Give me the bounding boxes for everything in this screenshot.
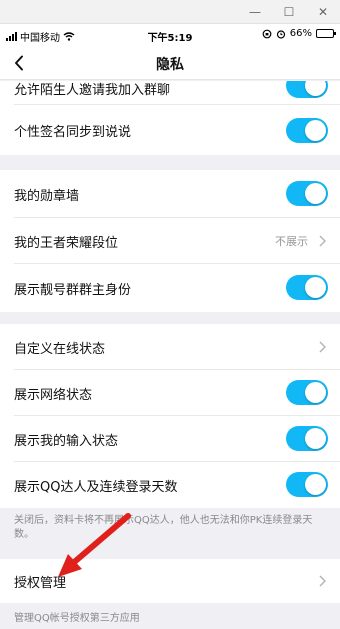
toggle-knob <box>305 81 326 96</box>
chevron-right-icon <box>319 235 326 247</box>
status-bar: 中国移动 下午5:19 66% <box>0 24 340 46</box>
toggle-medal-wall[interactable] <box>286 181 328 206</box>
toggle-knob <box>305 382 326 403</box>
toggle-network-status[interactable] <box>286 380 328 405</box>
setting-value: 不展示 <box>275 235 308 248</box>
setting-label: 个性签名同步到说说 <box>14 124 132 140</box>
page-title: 隐私 <box>156 57 184 73</box>
chevron-right-icon <box>319 341 326 353</box>
setting-label: 允许陌生人邀请我加入群聊 <box>14 82 171 98</box>
toggle-knob <box>305 474 326 495</box>
setting-row-group-owner: 展示靓号群群主身份 <box>0 264 340 312</box>
setting-row-stranger-invite: 允许陌生人邀请我加入群聊 <box>0 81 340 105</box>
toggle-stranger-invite[interactable] <box>286 81 328 98</box>
navigation-bar: 隐私 <box>0 46 340 80</box>
setting-label: 展示靓号群群主身份 <box>14 282 132 298</box>
battery-percent: 66% <box>289 28 312 39</box>
battery-icon <box>316 29 336 38</box>
close-button[interactable]: ✕ <box>306 0 340 24</box>
toggle-knob <box>305 183 326 204</box>
setting-row-signature-sync: 个性签名同步到说说 <box>0 105 340 155</box>
auth-note: 管理QQ帐号授权第三方应用 <box>14 613 140 624</box>
setting-row-auth-manage[interactable]: 授权管理 <box>0 559 340 603</box>
setting-label: 展示网络状态 <box>14 387 93 403</box>
setting-label: 我的王者荣耀段位 <box>14 235 119 251</box>
maximize-button[interactable]: ☐ <box>272 0 306 24</box>
setting-label: 自定义在线状态 <box>14 341 106 357</box>
setting-label: 授权管理 <box>14 575 67 591</box>
toggle-knob <box>305 120 326 141</box>
window-title-bar: — ☐ ✕ <box>0 0 340 24</box>
setting-row-custom-status[interactable]: 自定义在线状态 <box>0 324 340 370</box>
orientation-lock-icon <box>262 29 272 38</box>
toggle-knob <box>305 277 326 298</box>
setting-row-honor-rank[interactable]: 我的王者荣耀段位 不展示 <box>0 218 340 264</box>
setting-row-network-status: 展示网络状态 <box>0 370 340 416</box>
toggle-input-status[interactable] <box>286 426 328 451</box>
setting-label: 展示QQ达人及连续登录天数 <box>14 479 178 495</box>
toggle-group-owner[interactable] <box>286 275 328 300</box>
toggle-knob <box>305 428 326 449</box>
setting-row-medal-wall: 我的勋章墙 <box>0 170 340 218</box>
toggle-signature-sync[interactable] <box>286 118 328 143</box>
setting-label: 我的勋章墙 <box>14 188 80 204</box>
qq-master-note: 关闭后，资料卡将不再展示QQ达人，他人也无法和你PK连续登录天数。 <box>14 515 313 540</box>
setting-label: 展示我的输入状态 <box>14 433 119 449</box>
chevron-right-icon <box>319 575 326 587</box>
setting-row-qq-master: 展示QQ达人及连续登录天数 <box>0 462 340 508</box>
alarm-icon <box>276 29 285 39</box>
toggle-qq-master[interactable] <box>286 472 328 497</box>
minimize-button[interactable]: — <box>238 0 272 24</box>
setting-row-input-status: 展示我的输入状态 <box>0 416 340 462</box>
